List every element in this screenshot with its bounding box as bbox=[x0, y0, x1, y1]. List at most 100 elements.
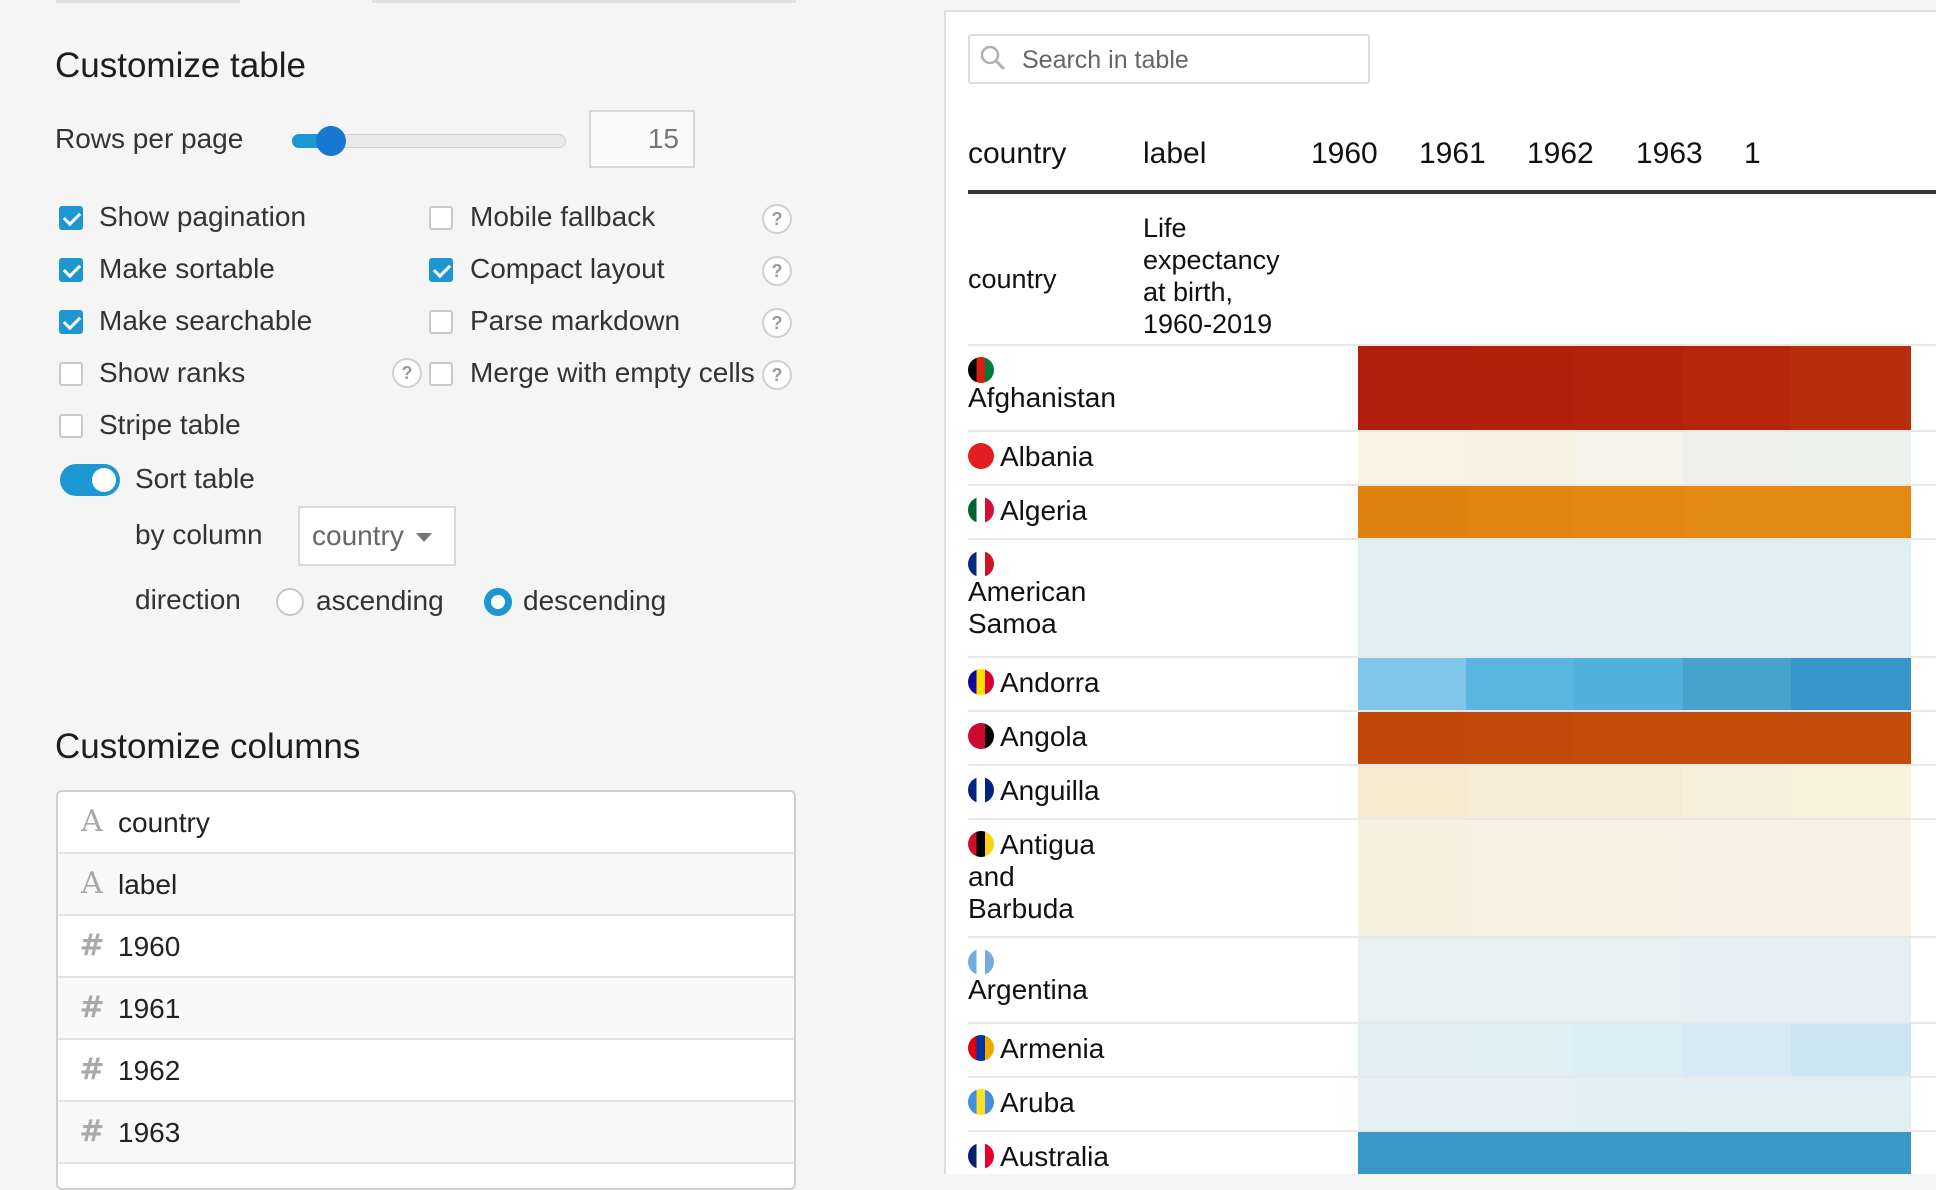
heat-cell bbox=[1358, 712, 1466, 764]
heat-cell bbox=[1358, 1132, 1466, 1174]
help-icon[interactable]: ? bbox=[762, 308, 792, 338]
heat-cell bbox=[1791, 938, 1911, 1022]
column-name: 1960 bbox=[118, 931, 181, 962]
heat-cell bbox=[1466, 432, 1574, 484]
heat-cell bbox=[1574, 766, 1683, 818]
column-row[interactable]: Acountry bbox=[58, 792, 794, 854]
option-label: Stripe table bbox=[99, 409, 241, 440]
help-icon[interactable]: ? bbox=[762, 360, 792, 390]
checkbox-show-ranks[interactable] bbox=[59, 362, 83, 386]
subheader-label: Life expectancy at birth, 1960-2019 bbox=[1143, 213, 1280, 339]
heat-cell bbox=[1358, 820, 1466, 936]
country-name: Anguilla bbox=[1000, 775, 1100, 806]
heat-cell bbox=[1791, 712, 1911, 764]
country-flag-icon bbox=[968, 949, 994, 975]
rows-per-page-slider-thumb[interactable] bbox=[316, 126, 346, 156]
chevron-down-icon bbox=[416, 533, 432, 542]
customize-columns-title: Customize columns bbox=[55, 727, 361, 766]
country-name: American Samoa bbox=[968, 576, 1087, 639]
heat-cell bbox=[1466, 938, 1574, 1022]
heat-cell bbox=[1574, 432, 1683, 484]
radio-descending[interactable] bbox=[484, 588, 512, 616]
column-header-1962[interactable]: 1962 bbox=[1527, 137, 1594, 171]
top-tab-edge bbox=[56, 0, 240, 3]
number-type-icon: # bbox=[79, 928, 105, 963]
sort-table-label: Sort table bbox=[135, 463, 255, 494]
checkbox-merge-with-empty-cells[interactable] bbox=[429, 362, 453, 386]
show-ranks-help-icon[interactable]: ? bbox=[392, 358, 422, 388]
column-header-1960[interactable]: 1960 bbox=[1311, 137, 1378, 171]
heat-cell bbox=[1574, 938, 1683, 1022]
column-header-country[interactable]: country bbox=[968, 137, 1066, 171]
heat-cell bbox=[1358, 540, 1466, 656]
option-label: Make sortable bbox=[99, 253, 275, 284]
column-row[interactable]: Alabel bbox=[58, 854, 794, 916]
heat-cell bbox=[1683, 432, 1791, 484]
number-type-icon: # bbox=[79, 1114, 105, 1149]
checkbox-show-pagination[interactable] bbox=[59, 206, 83, 230]
column-header-1961[interactable]: 1961 bbox=[1419, 137, 1486, 171]
heat-cell bbox=[1358, 346, 1466, 430]
direction-label: direction bbox=[135, 584, 241, 615]
heat-cell bbox=[1791, 432, 1911, 484]
heat-cell bbox=[1466, 658, 1574, 710]
heat-cell bbox=[1574, 1132, 1683, 1174]
heat-cell bbox=[1574, 712, 1683, 764]
heat-cell bbox=[1791, 346, 1911, 430]
column-header-label[interactable]: label bbox=[1143, 137, 1206, 171]
country-name: Angola bbox=[1000, 721, 1088, 752]
sort-column-select[interactable]: country bbox=[298, 506, 456, 566]
country-name: Argentina bbox=[968, 974, 1088, 1005]
checkbox-mobile-fallback[interactable] bbox=[429, 206, 453, 230]
heat-cell bbox=[1358, 938, 1466, 1022]
heat-cell bbox=[1683, 766, 1791, 818]
checkbox-stripe-table[interactable] bbox=[59, 414, 83, 438]
heat-cell bbox=[1791, 486, 1911, 538]
text-type-icon: A bbox=[81, 804, 103, 839]
table-search-box[interactable]: Search in table bbox=[968, 34, 1370, 84]
column-row[interactable]: #1960 bbox=[58, 916, 794, 978]
radio-ascending[interactable] bbox=[276, 588, 304, 616]
heat-cell bbox=[1466, 346, 1574, 430]
heat-cell bbox=[1574, 540, 1683, 656]
heat-cell bbox=[1683, 486, 1791, 538]
checkbox-make-searchable[interactable] bbox=[59, 310, 83, 334]
help-icon[interactable]: ? bbox=[762, 204, 792, 234]
option-label: Make searchable bbox=[99, 305, 313, 336]
column-header-next[interactable]: 1 bbox=[1744, 137, 1761, 171]
radio-descending-label: descending bbox=[523, 585, 667, 616]
column-row[interactable]: #1962 bbox=[58, 1040, 794, 1102]
column-row[interactable]: #1963 bbox=[58, 1102, 794, 1164]
customize-table-title: Customize table bbox=[55, 46, 306, 85]
heat-cell bbox=[1791, 1024, 1911, 1076]
checkbox-compact-layout[interactable] bbox=[429, 258, 453, 282]
subheader-country: country bbox=[968, 264, 1057, 294]
country-flag-icon bbox=[968, 551, 994, 577]
heat-cell bbox=[1791, 540, 1911, 656]
heat-cell bbox=[1683, 540, 1791, 656]
heat-cell bbox=[1358, 1024, 1466, 1076]
heat-cell bbox=[1791, 1078, 1911, 1130]
column-name: 1962 bbox=[118, 1055, 181, 1086]
column-row[interactable]: #1961 bbox=[58, 978, 794, 1040]
rows-per-page-input[interactable]: 15 bbox=[589, 110, 695, 168]
heat-cell bbox=[1791, 658, 1911, 710]
heat-cell bbox=[1683, 1078, 1791, 1130]
heat-cell bbox=[1791, 766, 1911, 818]
heat-cell bbox=[1683, 820, 1791, 936]
sort-table-toggle[interactable] bbox=[60, 464, 120, 496]
column-name: 1963 bbox=[118, 1117, 181, 1148]
column-header-1963[interactable]: 1963 bbox=[1636, 137, 1703, 171]
text-type-icon: A bbox=[81, 866, 103, 901]
country-flag-icon bbox=[968, 357, 994, 383]
option-label: Show pagination bbox=[99, 201, 307, 232]
option-label: Compact layout bbox=[470, 253, 665, 284]
option-label: Show ranks bbox=[99, 357, 246, 388]
checkbox-make-sortable[interactable] bbox=[59, 258, 83, 282]
checkbox-parse-markdown[interactable] bbox=[429, 310, 453, 334]
number-type-icon: # bbox=[79, 1052, 105, 1087]
country-name: Algeria bbox=[1000, 495, 1088, 526]
heat-cell bbox=[1466, 820, 1574, 936]
heat-cell bbox=[1683, 1024, 1791, 1076]
help-icon[interactable]: ? bbox=[762, 256, 792, 286]
